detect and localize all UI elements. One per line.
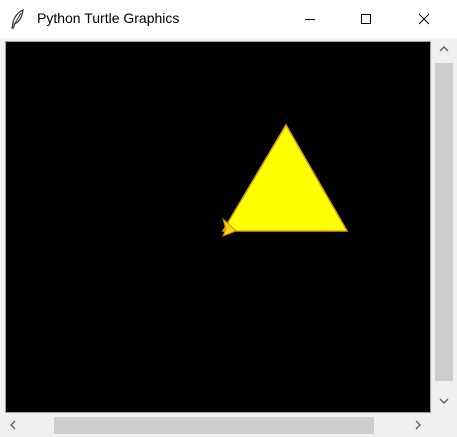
horizontal-scroll-thumb[interactable] [54,417,374,434]
scroll-up-button[interactable] [431,38,457,60]
maximize-icon [361,14,371,24]
minimize-button[interactable] [287,0,333,38]
feather-icon [10,9,26,29]
scroll-right-button[interactable] [405,413,431,437]
chevron-right-icon [415,420,421,430]
title-bar[interactable]: Python Turtle Graphics [0,0,457,38]
close-button[interactable] [401,0,447,38]
maximize-button[interactable] [343,0,389,38]
turtle-canvas[interactable] [5,41,431,413]
scrollbar-corner [431,418,457,437]
horizontal-scrollbar[interactable] [0,413,431,437]
chevron-up-icon [439,46,449,52]
vertical-scrollbar[interactable] [431,38,457,418]
scroll-down-button[interactable] [431,390,457,412]
canvas-drawing [221,123,349,237]
window-title: Python Turtle Graphics [37,10,180,26]
chevron-left-icon [10,420,16,430]
window-content [0,38,457,437]
turtle-window: Python Turtle Graphics [0,0,457,437]
chevron-down-icon [439,398,449,404]
close-icon [418,13,430,25]
scroll-left-button[interactable] [0,413,26,437]
yellow-triangle [221,123,349,232]
minimize-icon [305,19,315,20]
vertical-scroll-thumb[interactable] [435,63,453,381]
